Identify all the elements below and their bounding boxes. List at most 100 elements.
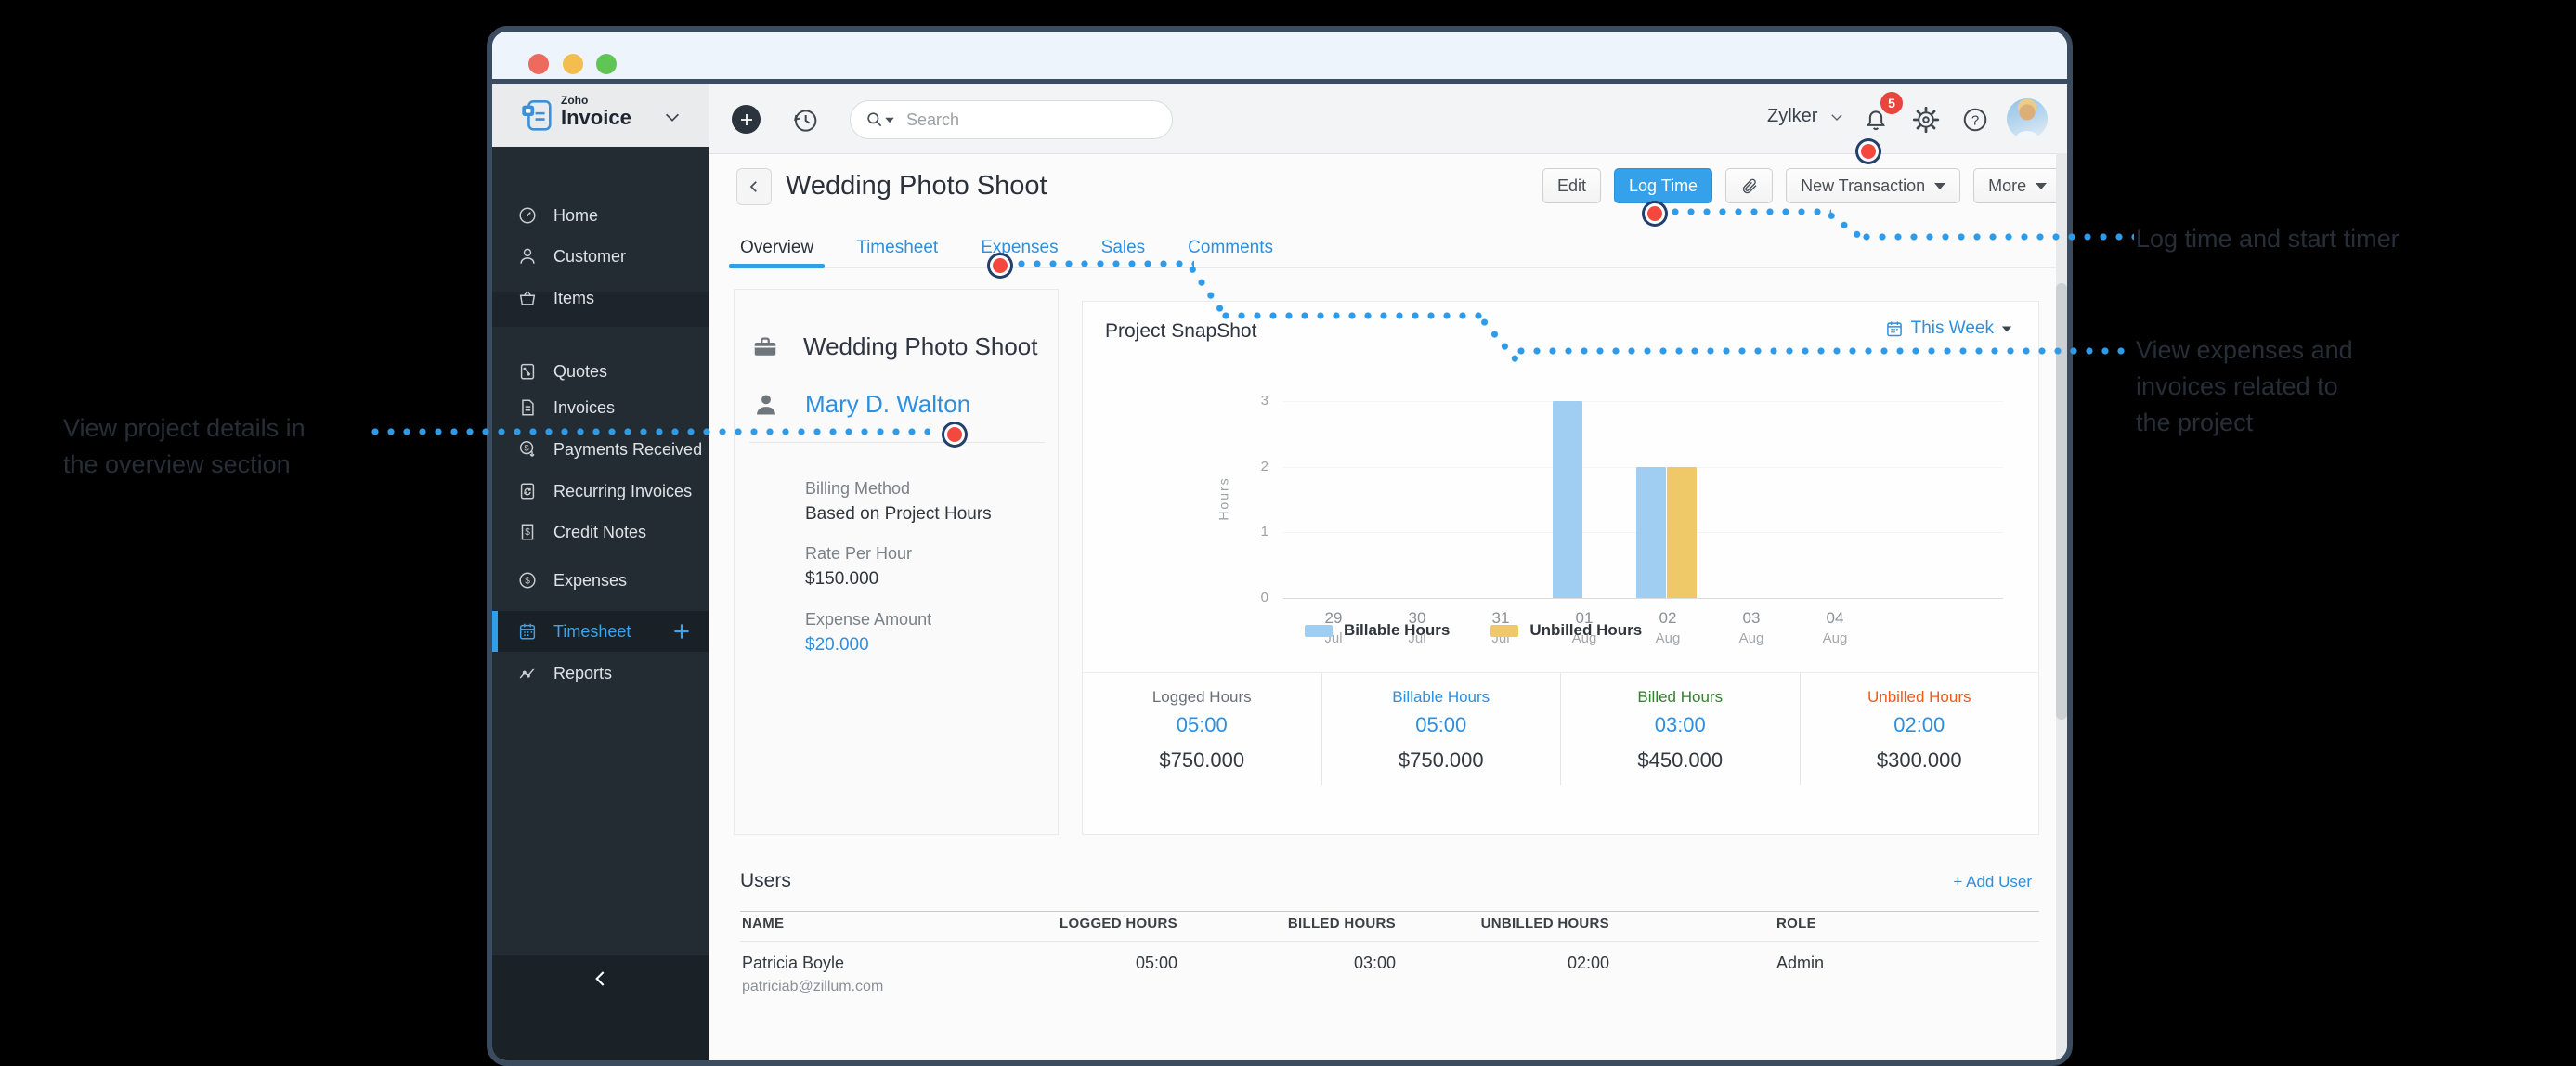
sidebar-item-label: Recurring Invoices: [553, 482, 692, 501]
tour-hotspot-log-time[interactable]: [1645, 203, 1665, 224]
logo-brand-small: Zoho: [561, 95, 631, 106]
plus-icon: [738, 111, 755, 128]
chevron-down-icon: [1828, 109, 1845, 125]
window-titlebar: [492, 32, 2067, 84]
search-input[interactable]: [904, 110, 1131, 131]
user-logged-hours: 05:00: [992, 954, 1177, 973]
chart-y-axis-label: Hours: [1216, 476, 1231, 520]
recent-history-icon[interactable]: [790, 106, 820, 136]
sidebar-item-reports[interactable]: Reports: [492, 653, 709, 694]
add-timesheet-icon[interactable]: [670, 619, 694, 644]
sidebar-item-quotes[interactable]: Quotes: [492, 351, 709, 392]
sidebar-item-label: Expenses: [553, 571, 627, 591]
payments-received-icon: $: [517, 439, 538, 460]
chart-y-tick: 1: [1222, 524, 1268, 540]
org-name: Zylker: [1767, 106, 1817, 127]
tour-hotspot-sales-tab[interactable]: [990, 255, 1010, 276]
chart-x-tick-month: Aug: [1802, 630, 1867, 646]
user-name: Patricia Boyle: [742, 954, 844, 973]
search-scope-caret-icon[interactable]: [885, 117, 894, 123]
user-role: Admin: [1776, 954, 1824, 973]
settings-gear-icon[interactable]: [1912, 106, 1940, 134]
bar-billable-hours-02Aug[interactable]: [1636, 467, 1666, 598]
org-chevron-down-icon[interactable]: [662, 107, 683, 127]
scrollbar-track[interactable]: [2056, 153, 2067, 1060]
tour-dotted-line: [1517, 347, 2130, 355]
sidebar-item-label: Invoices: [553, 398, 615, 418]
tab-expenses[interactable]: Expenses: [981, 238, 1058, 258]
minimize-window-button[interactable]: [563, 54, 583, 74]
stat-billed-hours: Billed Hours 03:00 $450.000: [1560, 673, 1800, 785]
sidebar-item-expenses[interactable]: $ Expenses: [492, 560, 709, 601]
bar-unbilled-hours-02Aug[interactable]: [1667, 467, 1697, 598]
tour-hotspot-notifications[interactable]: [1858, 141, 1879, 162]
tab-comments[interactable]: Comments: [1188, 238, 1273, 258]
user-avatar[interactable]: [2007, 98, 2048, 139]
close-window-button[interactable]: [528, 54, 549, 74]
sidebar-item-customer[interactable]: Customer: [492, 236, 709, 277]
tour-hotspot-project-details[interactable]: [944, 424, 965, 445]
chevron-left-icon: [746, 178, 762, 195]
org-switcher[interactable]: Zylker: [1767, 106, 1845, 127]
help-icon[interactable]: ?: [1961, 106, 1989, 134]
sidebar-item-home[interactable]: Home: [492, 195, 709, 236]
recurring-invoices-icon: [517, 481, 538, 501]
chart-x-tick-day: 02: [1635, 609, 1700, 628]
tab-timesheet[interactable]: Timesheet: [856, 238, 938, 258]
sidebar-item-timesheet[interactable]: Timesheet: [492, 611, 709, 652]
log-time-button[interactable]: Log Time: [1614, 168, 1712, 203]
sidebar-item-recurring-invoices[interactable]: Recurring Invoices: [492, 471, 709, 512]
chart-gridline: [1283, 401, 2003, 402]
chart-y-tick: 3: [1222, 393, 1268, 409]
quotes-icon: [517, 361, 538, 382]
panel-divider: [749, 442, 1045, 443]
legend-swatch: [1305, 625, 1333, 637]
legend-item-unbilled-hours: Unbilled Hours: [1490, 621, 1642, 640]
items-icon: [517, 288, 538, 308]
sidebar: Home Customer Items Quotes Invoices $ Pa…: [492, 84, 709, 1060]
search-bar[interactable]: [850, 100, 1173, 139]
new-transaction-button[interactable]: New Transaction: [1786, 168, 1960, 203]
sidebar-item-label: Reports: [553, 664, 612, 683]
collapse-sidebar-icon[interactable]: [589, 967, 613, 991]
edit-button[interactable]: Edit: [1542, 168, 1601, 203]
sidebar-item-items[interactable]: Items: [492, 278, 709, 318]
quick-create-button[interactable]: [732, 105, 761, 134]
tab-sales[interactable]: Sales: [1101, 238, 1146, 258]
chart-x-tick-day: 04: [1802, 609, 1867, 628]
project-name: Wedding Photo Shoot: [803, 332, 1037, 361]
customer-row: Mary D. Walton: [753, 390, 970, 419]
attach-file-button[interactable]: [1725, 168, 1773, 203]
bar-billable-hours-01Aug[interactable]: [1553, 401, 1582, 598]
paperclip-icon: [1740, 177, 1758, 195]
logo-brand: Invoice: [561, 108, 631, 128]
user-unbilled-hours: 02:00: [1424, 954, 1609, 973]
caret-down-icon: [2036, 183, 2047, 189]
customer-link[interactable]: Mary D. Walton: [805, 390, 970, 419]
svg-text:$: $: [525, 443, 529, 452]
chart-x-tick-month: Aug: [1719, 630, 1784, 646]
browser-window: Home Customer Items Quotes Invoices $ Pa…: [487, 26, 2073, 1066]
app-logo-bar[interactable]: Zoho Invoice: [492, 84, 709, 147]
sidebar-item-credit-notes[interactable]: $ Credit Notes: [492, 512, 709, 552]
person-icon: [753, 392, 779, 418]
credit-notes-icon: $: [517, 522, 538, 542]
back-button[interactable]: [736, 168, 772, 205]
stat-logged-hours: Logged Hours 05:00 $750.000: [1083, 673, 1321, 785]
chart-x-tick-day: 03: [1719, 609, 1784, 628]
chart-y-tick: 0: [1222, 590, 1268, 605]
add-user-button[interactable]: + Add User: [1939, 873, 2032, 891]
svg-text:$: $: [525, 527, 530, 538]
page-title: Wedding Photo Shoot: [786, 171, 1047, 202]
home-icon: [517, 205, 538, 226]
svg-text:$: $: [525, 577, 530, 587]
sidebar-item-invoices[interactable]: Invoices: [492, 387, 709, 428]
more-button[interactable]: More: [1973, 168, 2062, 203]
notification-badge: 5: [1880, 92, 1903, 114]
legend-item-billable-hours: Billable Hours: [1305, 621, 1450, 640]
tab-overview[interactable]: Overview: [740, 238, 813, 258]
maximize-window-button[interactable]: [596, 54, 617, 74]
summary-row: Logged Hours 05:00 $750.000 Billable Hou…: [1083, 673, 2038, 785]
expense-amount-link[interactable]: $20.000: [805, 635, 931, 656]
column-header-logged-hours: LOGGED HOURS: [992, 916, 1177, 931]
